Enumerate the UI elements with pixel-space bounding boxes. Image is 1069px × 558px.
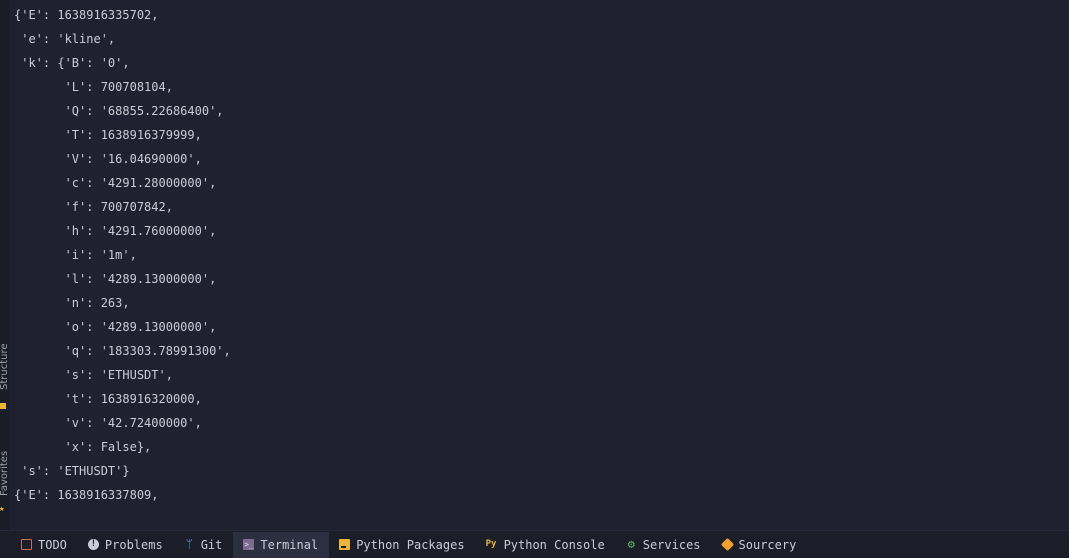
tab-todo-label: TODO [38,537,67,552]
problems-icon: ! [87,539,99,550]
tab-services[interactable]: ⚙ Services [616,532,712,558]
terminal-line: 'l': '4289.13000000', [14,272,217,286]
terminal-line: 'e': 'kline', [14,32,116,46]
tab-services-label: Services [642,537,701,552]
tab-python-packages-label: Python Packages [356,537,465,552]
favorites-star-icon: ★ [0,504,5,514]
tab-terminal[interactable]: >_ Terminal [233,531,330,558]
structure-side-tab[interactable]: Structure [0,332,11,390]
tab-git[interactable]: ᛘ Git [174,532,234,558]
terminal-line: 'h': '4291.76000000', [14,224,217,238]
sourcery-icon [720,537,734,552]
terminal-line: 'T': 1638916379999, [14,128,202,142]
tab-python-packages[interactable]: Python Packages [329,532,475,558]
python-console-icon: Py [485,539,497,549]
python-packages-icon [339,539,351,550]
terminal-line: 'x': False}, [14,440,152,454]
tab-sourcery[interactable]: Sourcery [712,532,808,558]
terminal-line: 'L': 700708104, [14,80,173,94]
terminal-line: 's': 'ETHUSDT', [14,368,173,382]
tab-problems[interactable]: ! Problems [78,532,174,558]
terminal-line: 'q': '183303.78991300', [14,344,231,358]
terminal-line: 'n': 263, [14,296,130,310]
terminal-line: 'k': {'B': '0', [14,56,130,70]
terminal-line: 'i': '1m', [14,248,137,262]
todo-icon [21,539,32,550]
tab-terminal-label: Terminal [260,537,319,552]
terminal-line: {'E': 1638916337809, [14,488,159,502]
structure-icon [0,403,6,409]
terminal-output[interactable]: {'E': 1638916335702, 'e': 'kline', 'k': … [14,3,1069,525]
terminal-line: {'E': 1638916335702, [14,8,159,22]
terminal-icon: >_ [243,539,255,550]
terminal-line: 'f': 700707842, [14,200,173,214]
favorites-side-tab[interactable]: Favorites [0,440,11,496]
tab-python-console[interactable]: Py Python Console [476,532,616,558]
terminal-line: 'V': '16.04690000', [14,152,202,166]
terminal-line: 'o': '4289.13000000', [14,320,217,334]
terminal-line: 't': 1638916320000, [14,392,202,406]
tab-problems-label: Problems [104,537,163,552]
tab-todo[interactable]: TODO [11,532,78,558]
tab-python-console-label: Python Console [503,537,605,552]
services-gear-icon: ⚙ [627,537,635,551]
bottom-tool-window-bar: TODO ! Problems ᛘ Git >_ Terminal Python… [0,530,1069,558]
terminal-line: 'v': '42.72400000', [14,416,202,430]
tab-sourcery-label: Sourcery [738,537,797,552]
tab-git-label: Git [200,537,223,552]
terminal-line: 'c': '4291.28000000', [14,176,217,190]
terminal-line: 'Q': '68855.22686400', [14,104,224,118]
terminal-line: 's': 'ETHUSDT'} [14,464,130,478]
git-branch-icon: ᛘ [185,537,193,551]
